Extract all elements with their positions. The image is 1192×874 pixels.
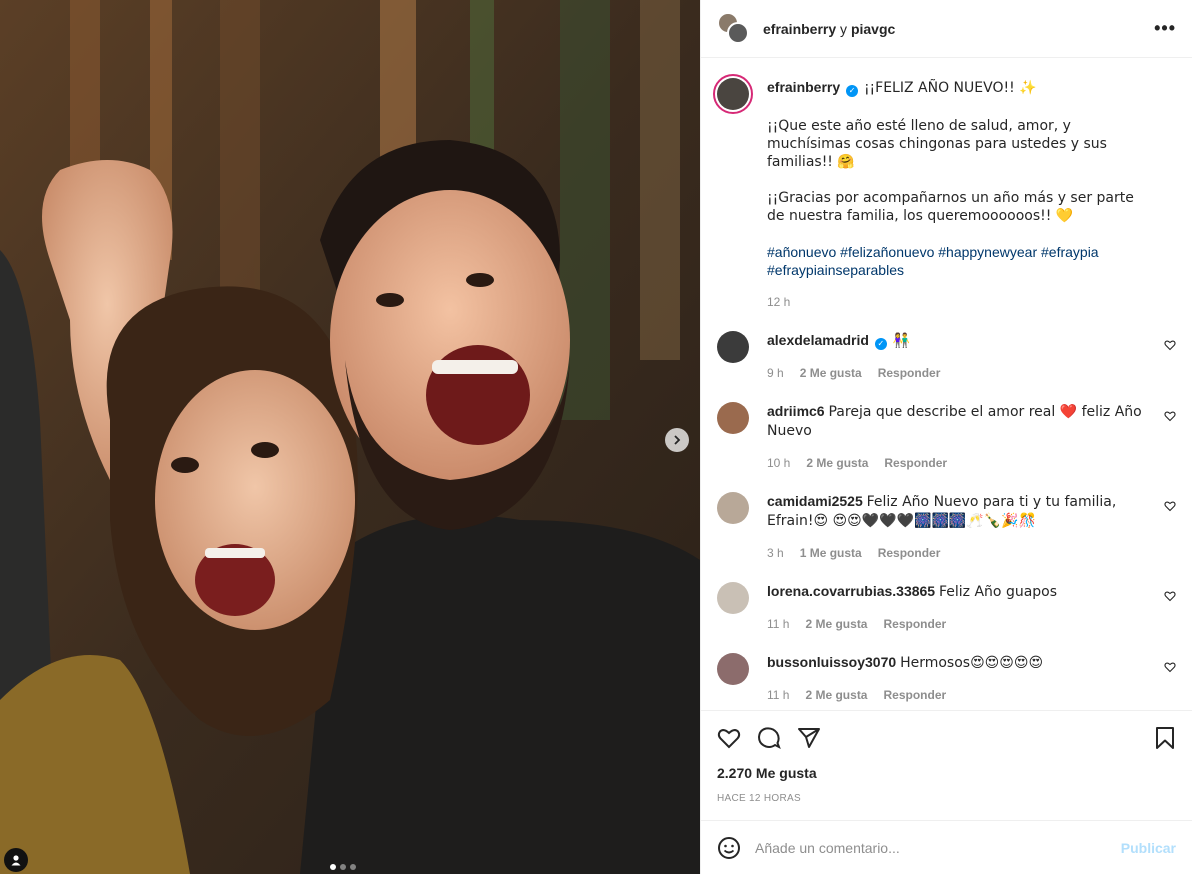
post-actions: 2.270 Me gusta HACE 12 HORAS [701,710,1192,820]
chevron-right-icon [674,435,681,445]
post-media[interactable] [0,0,700,874]
caption-paragraph: ¡¡Gracias por acompañarnos un año más y … [767,190,1134,224]
comment-bubble-icon[interactable] [757,726,781,750]
comment-row: alexdelamadrid ✓ 👫 9 h 2 Me gusta Respon… [717,331,1176,382]
carousel-dot [350,864,356,870]
comment-likes[interactable]: 1 Me gusta [800,544,862,562]
carousel-dots [330,864,356,870]
add-comment-bar: Añade un comentario... Publicar [701,820,1192,874]
commenter-username[interactable]: alexdelamadrid [767,332,869,348]
comment-time: 9 h [767,366,784,380]
caption-meta: 12 h [767,293,1146,311]
comment-meta: 11 h 2 Me gusta Responder [767,686,1146,704]
comment-like-heart-icon[interactable] [1164,410,1176,422]
comment-meta: 9 h 2 Me gusta Responder [767,364,1146,382]
bookmark-icon[interactable] [1154,726,1176,750]
commenter-avatar[interactable] [717,402,749,434]
comment-meta: 11 h 2 Me gusta Responder [767,615,1146,633]
verified-badge-icon: ✓ [846,85,859,97]
carousel-dot [330,864,336,870]
commenter-username[interactable]: bussonluissoy3070 [767,654,896,670]
reply-button[interactable]: Responder [878,364,941,382]
collab-avatars[interactable] [717,11,751,46]
collab-username[interactable]: piavgc [851,21,895,37]
commenter-avatar[interactable] [717,653,749,685]
carousel-dot [340,864,346,870]
person-icon [11,855,21,866]
comment-like-heart-icon[interactable] [1164,339,1176,351]
likes-count[interactable]: 2.270 Me gusta [717,765,1176,781]
caption-hashtags[interactable]: #añonuevo #felizañonuevo #happynewyear #… [767,243,1146,279]
commenter-avatar[interactable] [717,331,749,363]
comment-like-heart-icon[interactable] [1164,661,1176,673]
caption-username[interactable]: efrainberry [767,79,840,95]
more-options-button[interactable]: ••• [1154,18,1176,39]
commenter-avatar[interactable] [717,582,749,614]
comment-likes[interactable]: 2 Me gusta [800,364,862,382]
comment-likes[interactable]: 2 Me gusta [805,615,867,633]
reply-button[interactable]: Responder [884,454,947,472]
comment-row: adriimc6 Pareja que describe el amor rea… [717,402,1176,472]
post-photo [0,0,700,874]
comment-row: lorena.covarrubias.33865 Feliz Año guapo… [717,582,1176,633]
reply-button[interactable]: Responder [878,544,941,562]
author-avatar[interactable] [713,74,753,114]
comments-list[interactable]: efrainberry ✓ ¡¡FELIZ AÑO NUEVO!! ✨ ¡¡Qu… [701,58,1192,710]
comment-time: 10 h [767,456,791,470]
publish-button[interactable]: Publicar [1121,840,1176,856]
commenter-username[interactable]: lorena.covarrubias.33865 [767,583,935,599]
comment-likes[interactable]: 2 Me gusta [806,454,868,472]
commenter-username[interactable]: camidami2525 [767,493,863,509]
avatar [727,21,749,44]
comment-text: Hermosos😍😍😍😍😍 [900,655,1044,671]
comment-time: 11 h [767,688,790,702]
commenter-username[interactable]: adriimc6 [767,403,825,419]
comment-likes[interactable]: 2 Me gusta [805,686,867,704]
collab-joiner: y [840,20,848,37]
post-header: efrainberry y piavgc ••• [701,0,1192,58]
post-sidebar: efrainberry y piavgc ••• efrainberry ✓ ¡… [700,0,1192,874]
post-modal: efrainberry y piavgc ••• efrainberry ✓ ¡… [0,0,1192,874]
tagged-users-button[interactable] [4,848,28,872]
caption-paragraph: ¡¡Que este año esté lleno de salud, amor… [767,118,1107,170]
post-age: HACE 12 HORAS [717,793,801,804]
reply-button[interactable]: Responder [883,615,946,633]
comment-text: Feliz Año guapos [939,584,1058,600]
comment-row: bussonluissoy3070 Hermosos😍😍😍😍😍 11 h 2 M… [717,653,1176,704]
comment-like-heart-icon[interactable] [1164,590,1176,602]
verified-badge-icon: ✓ [874,338,887,350]
comment-input[interactable]: Añade un comentario... [755,840,1121,856]
caption-time: 12 h [767,295,791,309]
comment-like-heart-icon[interactable] [1164,500,1176,512]
caption: efrainberry ✓ ¡¡FELIZ AÑO NUEVO!! ✨ ¡¡Qu… [713,74,1176,311]
comment-meta: 10 h 2 Me gusta Responder [767,454,1146,472]
action-icons [717,711,1176,765]
comment-time: 3 h [767,546,784,560]
caption-title: ¡¡FELIZ AÑO NUEVO!! ✨ [863,80,1037,96]
reply-button[interactable]: Responder [883,686,946,704]
comment-row: camidami2525 Feliz Año Nuevo para ti y t… [717,492,1176,562]
collab-names: efrainberry y piavgc [763,21,895,37]
share-send-icon[interactable] [797,726,821,750]
comment-meta: 3 h 1 Me gusta Responder [767,544,1146,562]
commenter-avatar[interactable] [717,492,749,524]
author-username[interactable]: efrainberry [763,21,836,37]
comment-time: 11 h [767,617,790,631]
emoji-smiley-icon[interactable] [717,836,741,860]
next-slide-button[interactable] [665,428,689,452]
like-heart-icon[interactable] [717,726,741,750]
comment-text: 👫 [892,333,911,349]
